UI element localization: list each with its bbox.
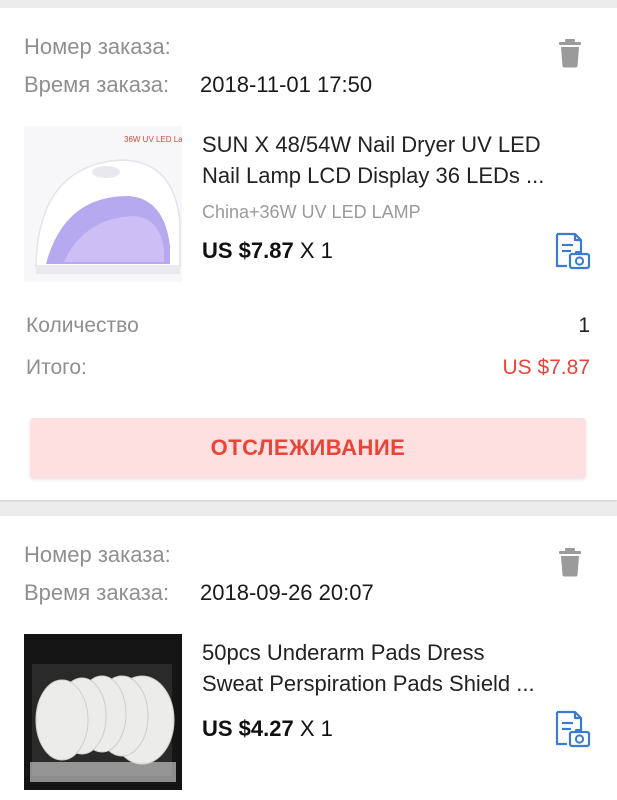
review-photo-icon[interactable]	[553, 710, 591, 748]
uv-lamp-image: 36W UV LED Lamp	[24, 126, 182, 282]
quantity-suffix: X 1	[299, 238, 333, 263]
quantity-value: 1	[578, 314, 590, 337]
product-title-line2: Sweat Perspiration Pads Shield ...	[202, 671, 535, 696]
product-thumbnail[interactable]	[24, 634, 182, 790]
order-number-label: Номер заказа:	[24, 34, 171, 59]
trash-icon[interactable]	[557, 547, 583, 577]
product-title-line1: SUN X 48/54W Nail Dryer UV LED	[202, 132, 541, 157]
order-time-label: Время заказа:	[24, 72, 170, 97]
product-thumbnail[interactable]: 36W UV LED Lamp	[24, 126, 182, 282]
product-variant: China+36W UV LED LAMP	[202, 202, 421, 222]
total-value: US $7.87	[502, 356, 590, 379]
product-title-line1: 50pcs Underarm Pads Dress	[202, 640, 485, 665]
order-time-value: 2018-09-26 20:07	[200, 580, 374, 605]
product-price: US $7.87 X 1	[202, 238, 333, 264]
underarm-pads-image	[24, 634, 182, 790]
order-card: Номер заказа: Время заказа: 2018-11-01 1…	[0, 8, 617, 500]
order-card: Номер заказа: Время заказа: 2018-09-26 2…	[0, 516, 617, 800]
product-title-line2: Nail Lamp LCD Display 36 LEDs ...	[202, 163, 545, 188]
thumb-label: 36W UV LED Lamp	[124, 135, 182, 144]
trash-icon[interactable]	[557, 38, 583, 68]
top-divider	[0, 0, 617, 8]
order-time-label: Время заказа:	[24, 580, 170, 605]
quantity-suffix: X 1	[299, 716, 333, 741]
product-title[interactable]: 50pcs Underarm Pads Dress Sweat Perspira…	[202, 637, 592, 699]
order-number-label: Номер заказа:	[24, 542, 171, 567]
product-title[interactable]: SUN X 48/54W Nail Dryer UV LED Nail Lamp…	[202, 129, 592, 191]
quantity-label: Количество	[26, 314, 139, 337]
track-order-button[interactable]: ОТСЛЕЖИВАНИЕ	[30, 418, 586, 478]
price-value: US $4.27	[202, 716, 294, 741]
review-photo-icon[interactable]	[553, 232, 591, 270]
order-time-value: 2018-11-01 17:50	[200, 72, 373, 97]
total-label: Итого:	[26, 356, 87, 379]
price-value: US $7.87	[202, 238, 294, 263]
product-price: US $4.27 X 1	[202, 716, 333, 742]
